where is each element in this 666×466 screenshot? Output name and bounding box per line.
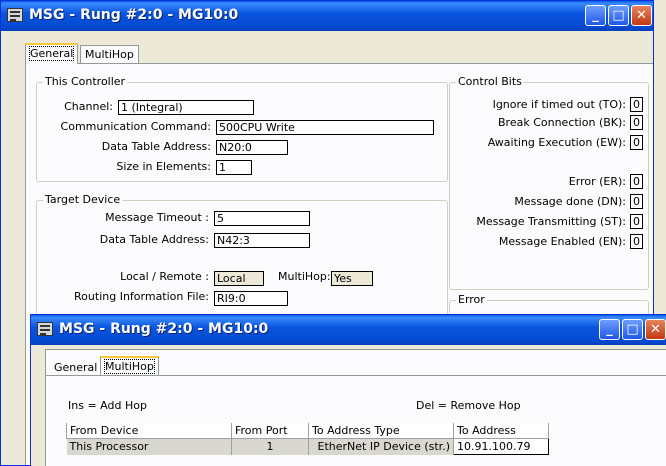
close-icon: ✕ xyxy=(650,322,661,337)
group-title: This Controller xyxy=(43,75,128,88)
control-bit-value-bk[interactable]: 0 xyxy=(630,115,643,130)
minimize-button[interactable]: _ xyxy=(599,319,620,340)
channel-label: Channel: xyxy=(64,100,113,113)
multihop-tab-panel: General MultiHop Ins = Add Hop Del = Rem… xyxy=(45,349,666,466)
cell-to-address[interactable]: 10.91.100.79 xyxy=(453,438,549,455)
control-bit-label-st: Message Transmitting (ST): xyxy=(476,215,626,228)
ins-add-hop-hint: Ins = Add Hop xyxy=(68,399,147,412)
routing-information-file-label: Routing Information File: xyxy=(74,290,209,303)
tab-divider xyxy=(46,375,666,376)
group-title: Error xyxy=(456,293,487,306)
communication-command-field[interactable]: 500CPU Write xyxy=(216,120,434,135)
control-bit-label-to: Ignore if timed out (TO): xyxy=(492,98,626,111)
minimize-button[interactable]: _ xyxy=(585,5,606,26)
title-bar[interactable]: MSG - Rung #2:0 - MG10:0 _ □ ✕ xyxy=(1,1,653,31)
control-bit-label-dn: Message done (DN): xyxy=(514,195,626,208)
tab-general-front[interactable]: General xyxy=(54,361,97,374)
message-timeout-label: Message Timeout : xyxy=(105,211,209,224)
target-data-table-address-field[interactable]: N42:3 xyxy=(214,233,310,248)
local-remote-field[interactable]: Local xyxy=(214,271,264,286)
routing-information-file-field[interactable]: RI9:0 xyxy=(214,291,288,306)
maximize-button[interactable]: □ xyxy=(622,319,643,340)
control-bit-label-er: Error (ER): xyxy=(568,175,626,188)
minimize-icon: _ xyxy=(606,322,613,337)
column-header-from-port[interactable]: From Port xyxy=(231,423,309,439)
group-title: Control Bits xyxy=(456,75,524,88)
maximize-icon: □ xyxy=(612,8,625,23)
data-table-address-field[interactable]: N20:0 xyxy=(216,140,288,155)
close-button[interactable]: ✕ xyxy=(645,319,666,340)
local-remote-label: Local / Remote : xyxy=(120,270,209,283)
control-bit-label-ew: Awaiting Execution (EW): xyxy=(487,136,626,149)
maximize-button[interactable]: □ xyxy=(608,5,629,26)
del-remove-hop-hint: Del = Remove Hop xyxy=(416,399,521,412)
tab-multihop-front[interactable]: MultiHop xyxy=(100,356,159,376)
channel-field[interactable]: 1 (Integral) xyxy=(118,100,254,115)
cell-from-device[interactable]: This Processor xyxy=(66,438,232,455)
title-bar[interactable]: MSG - Rung #2:0 - MG10:0 _ □ ✕ xyxy=(31,315,666,345)
control-bit-value-ew[interactable]: 0 xyxy=(630,135,643,150)
control-bit-value-to[interactable]: 0 xyxy=(630,97,643,112)
data-table-address-label: Data Table Address: xyxy=(101,140,211,153)
control-bit-label-bk: Break Connection (BK): xyxy=(498,116,626,129)
table-row[interactable]: This Processor 1 EtherNet IP Device (str… xyxy=(66,438,549,455)
cell-from-port[interactable]: 1 xyxy=(231,438,309,455)
multihop-label: MultiHop: xyxy=(278,270,331,283)
close-button[interactable]: ✕ xyxy=(631,5,652,26)
multihop-field[interactable]: Yes xyxy=(331,271,373,286)
window-title: MSG - Rung #2:0 - MG10:0 xyxy=(29,7,239,23)
window-title: MSG - Rung #2:0 - MG10:0 xyxy=(59,321,269,337)
tab-multihop[interactable]: MultiHop xyxy=(80,45,139,64)
size-in-elements-field[interactable]: 1 xyxy=(216,160,252,175)
control-bit-value-dn[interactable]: 0 xyxy=(630,194,643,209)
control-bit-value-er[interactable]: 0 xyxy=(630,174,643,189)
size-in-elements-label: Size in Elements: xyxy=(116,160,211,173)
app-icon xyxy=(7,8,23,22)
column-header-to-address[interactable]: To Address xyxy=(453,423,549,439)
minimize-icon: _ xyxy=(592,8,599,23)
hop-table-header: From Device From Port To Address Type To… xyxy=(66,423,549,439)
app-icon xyxy=(37,322,53,336)
maximize-icon: □ xyxy=(626,322,639,337)
control-bit-label-en: Message Enabled (EN): xyxy=(498,235,626,248)
target-data-table-address-label: Data Table Address: xyxy=(99,233,209,246)
control-bit-value-st[interactable]: 0 xyxy=(630,214,643,229)
tab-general[interactable]: General xyxy=(25,43,79,64)
column-header-from-device[interactable]: From Device xyxy=(66,423,232,439)
communication-command-label: Communication Command: xyxy=(60,120,211,133)
column-header-to-address-type[interactable]: To Address Type xyxy=(308,423,454,439)
hop-table: From Device From Port To Address Type To… xyxy=(66,423,549,455)
group-title: Target Device xyxy=(43,193,123,206)
cell-to-address-type[interactable]: EtherNet IP Device (str.) xyxy=(308,438,454,455)
message-timeout-field[interactable]: 5 xyxy=(214,211,310,226)
close-icon: ✕ xyxy=(636,8,647,23)
control-bit-value-en[interactable]: 0 xyxy=(630,234,643,249)
msg-window-front: MSG - Rung #2:0 - MG10:0 _ □ ✕ General M… xyxy=(30,314,666,466)
